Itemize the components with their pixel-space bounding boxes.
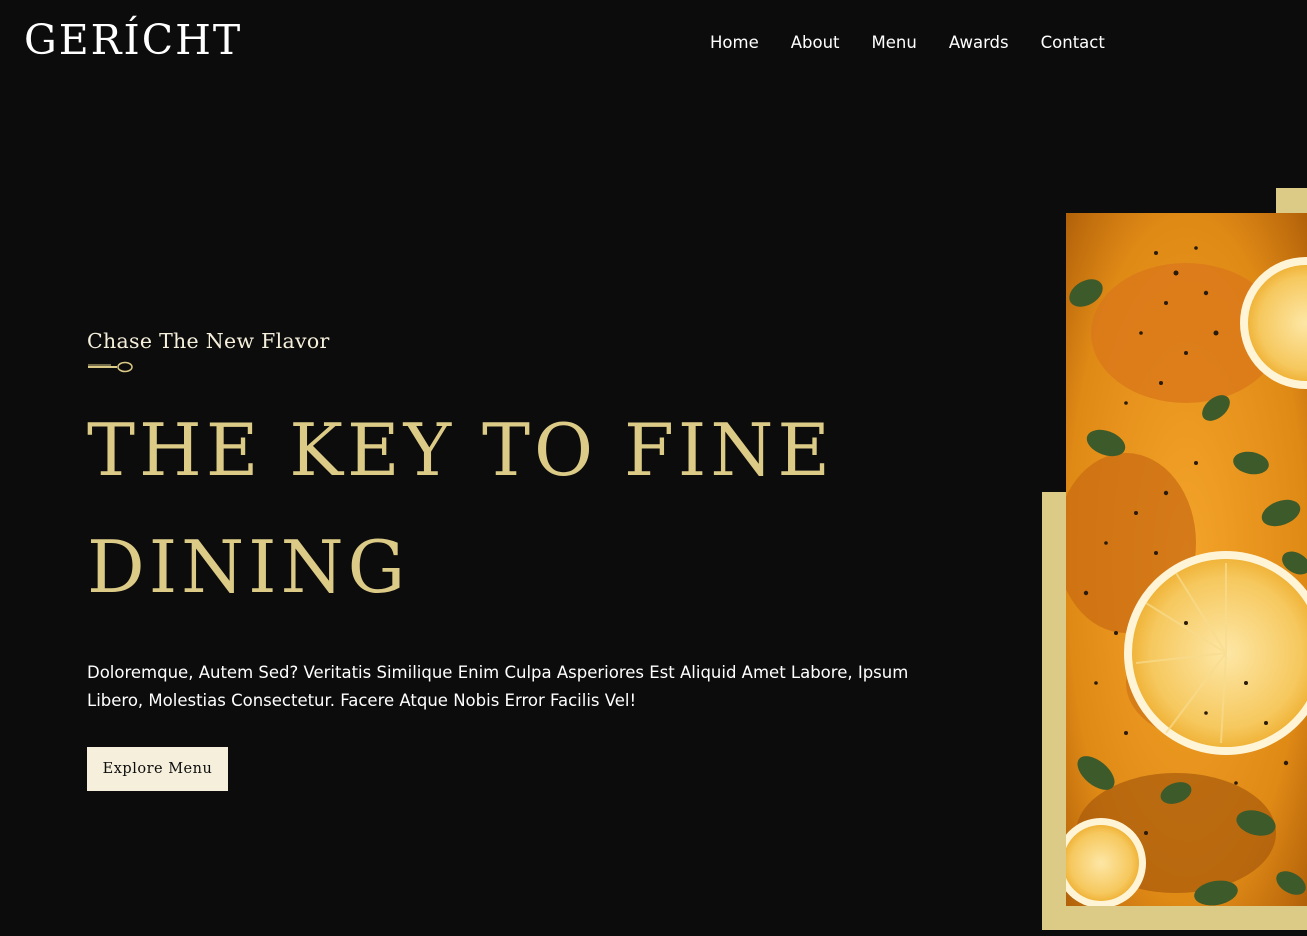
nav-link-about[interactable]: About <box>791 33 840 53</box>
nav-link-awards[interactable]: Awards <box>949 33 1009 53</box>
hero-food-image <box>1066 213 1307 906</box>
hero-subtitle: Chase The New Flavor <box>87 329 330 353</box>
hero-headline: THE KEY TO FINE DINING <box>87 392 1007 626</box>
main-nav: Home About Menu Awards Contact <box>710 33 1105 53</box>
nav-link-contact[interactable]: Contact <box>1041 33 1105 53</box>
hero-description: Doloremque, Autem Sed? Veritatis Similiq… <box>87 663 909 710</box>
hero-headline-line1: THE KEY TO FINE <box>87 408 834 492</box>
nav-link-home[interactable]: Home <box>710 33 759 53</box>
explore-menu-button[interactable]: Explore Menu <box>87 747 228 791</box>
hero-headline-line2: DINING <box>87 525 410 609</box>
nav-link-menu[interactable]: Menu <box>872 33 917 53</box>
brand-logo[interactable]: GERÍCHT <box>24 17 242 63</box>
spoon-icon <box>88 361 133 373</box>
